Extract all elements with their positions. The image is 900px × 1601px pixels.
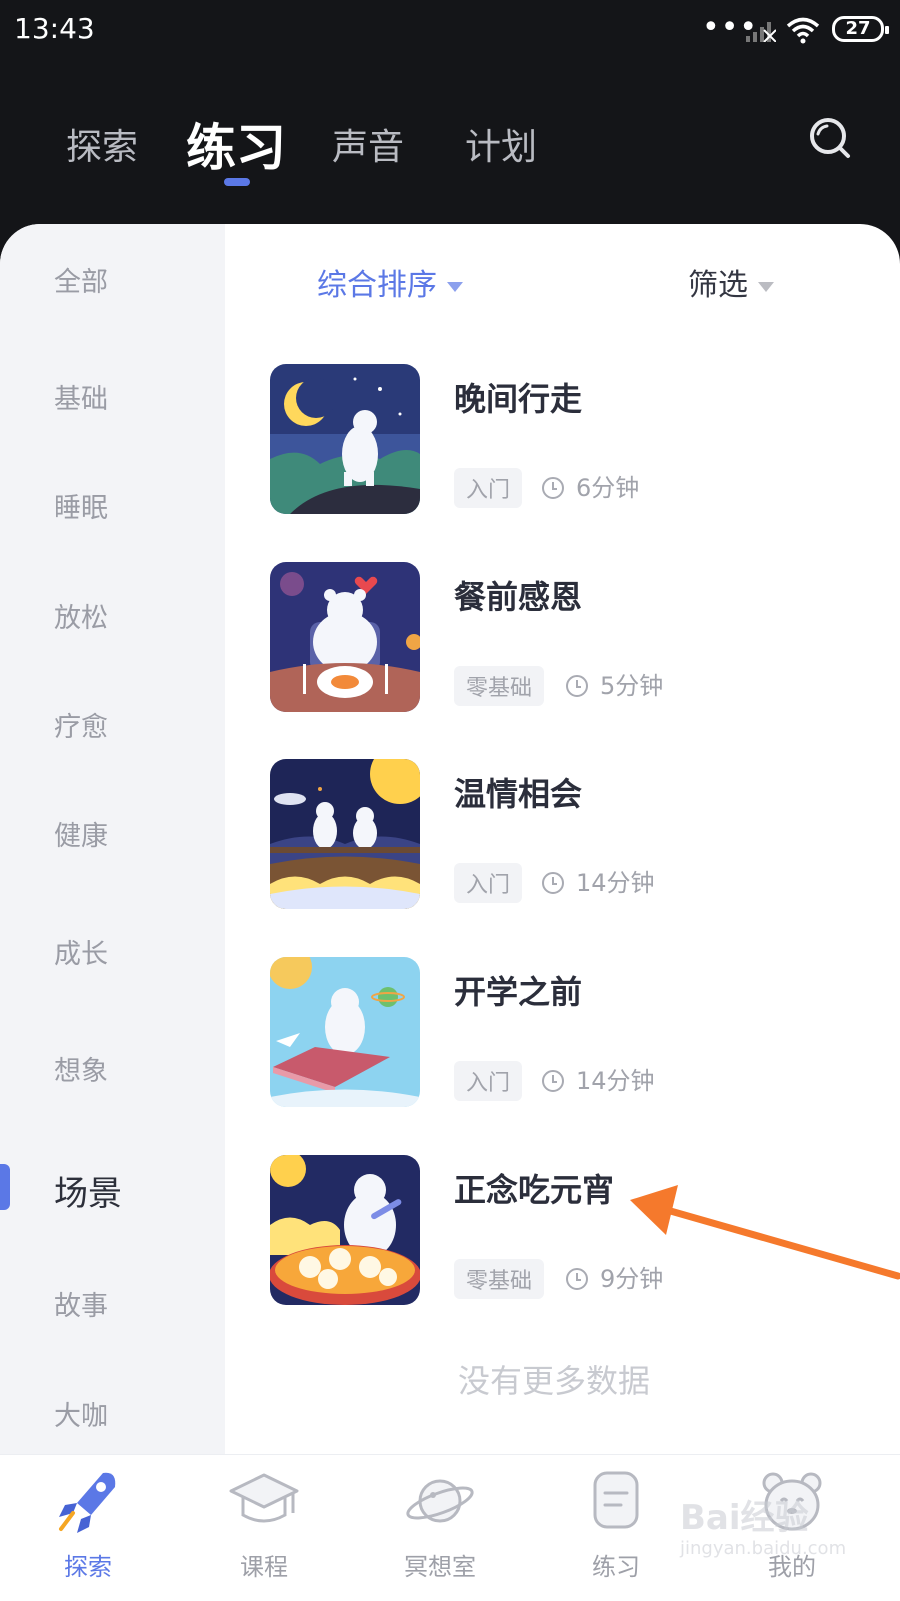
status-time: 13:43 — [14, 12, 95, 45]
clock-icon — [542, 477, 564, 499]
clock-icon — [566, 1268, 588, 1290]
sort-label: 综合排序 — [317, 268, 437, 303]
level-badge: 入门 — [454, 468, 523, 508]
duration: 14分钟 — [542, 863, 655, 898]
chevron-down-icon — [447, 281, 463, 292]
practice-title: 餐前感恩 — [454, 578, 583, 616]
list-item[interactable]: 餐前感恩 零基础 5分钟 — [270, 562, 870, 712]
sidebar-item-all[interactable]: 全部 — [54, 260, 108, 299]
list-item[interactable]: 温情相会 入门 14分钟 — [270, 759, 870, 909]
document-icon — [593, 1471, 639, 1529]
bottom-nav-label: 冥想室 — [404, 1553, 476, 1581]
watermark: Bai经验 jingyan.baidu.com — [680, 1490, 860, 1566]
sidebar-item-growth[interactable]: 成长 — [54, 932, 108, 971]
filter-label: 筛选 — [688, 268, 748, 303]
planet-icon — [406, 1479, 474, 1523]
list-item[interactable]: 开学之前 入门 14分钟 — [270, 957, 870, 1107]
sidebar-item-sleep[interactable]: 睡眠 — [54, 486, 108, 525]
filter-dropdown[interactable]: 筛选 — [688, 260, 774, 304]
list-item[interactable]: 晚间行走 入门 6分钟 — [270, 364, 870, 514]
list-end-text: 没有更多数据 — [458, 1362, 651, 1400]
active-tab-indicator — [224, 178, 250, 186]
graduation-cap-icon — [229, 1473, 299, 1523]
sidebar-item-scenes[interactable]: 场景 — [54, 1166, 122, 1215]
level-badge: 零基础 — [454, 1259, 545, 1299]
battery-level: 27 — [845, 18, 871, 39]
sidebar-item-basics[interactable]: 基础 — [54, 377, 108, 416]
sidebar-item-relax[interactable]: 放松 — [54, 596, 108, 635]
wifi-icon — [786, 17, 820, 44]
tab-sound[interactable]: 声音 — [332, 118, 404, 170]
practice-title: 开学之前 — [454, 973, 583, 1011]
level-badge: 零基础 — [454, 666, 545, 706]
clock-icon — [542, 1070, 564, 1092]
status-bar: 13:43 ••• 27 — [0, 0, 900, 64]
bottom-nav-label: 课程 — [240, 1553, 288, 1581]
practice-title: 温情相会 — [454, 775, 583, 813]
sidebar-item-imagine[interactable]: 想象 — [54, 1049, 108, 1088]
bottom-nav-explore[interactable]: 探索 — [28, 1469, 148, 1582]
duration: 14分钟 — [542, 1061, 655, 1096]
bottom-nav-practice[interactable]: 练习 — [556, 1469, 676, 1582]
practice-thumbnail-night-walk — [270, 364, 420, 514]
category-sidebar: 全部 基础 睡眠 放松 疗愈 健康 成长 想象 场景 故事 大咖 — [0, 224, 225, 1454]
duration-text: 6分钟 — [576, 474, 640, 502]
sidebar-item-healing[interactable]: 疗愈 — [54, 705, 108, 744]
level-badge: 入门 — [454, 1061, 523, 1101]
battery-icon: 27 — [832, 16, 889, 42]
duration: 6分钟 — [542, 468, 639, 503]
watermark-logo-text: Bai经验 — [680, 1498, 809, 1538]
clock-icon — [566, 675, 588, 697]
practice-title: 晚间行走 — [454, 380, 583, 418]
search-icon[interactable] — [808, 116, 852, 160]
annotation-arrow-icon — [630, 1185, 900, 1280]
clock-icon — [542, 872, 564, 894]
tab-explore[interactable]: 探索 — [66, 118, 138, 170]
duration-text: 5分钟 — [600, 672, 664, 700]
sidebar-item-experts[interactable]: 大咖 — [54, 1394, 108, 1433]
bottom-nav-courses[interactable]: 课程 — [204, 1469, 324, 1582]
practice-thumbnail-gratitude — [270, 562, 420, 712]
practice-thumbnail-lantern-dumplings — [270, 1155, 420, 1305]
sidebar-active-marker — [0, 1164, 10, 1210]
bottom-nav-label: 练习 — [592, 1553, 640, 1581]
sort-filter-bar: 综合排序 筛选 — [225, 224, 900, 334]
bottom-nav-label: 探索 — [64, 1553, 112, 1581]
sidebar-item-stories[interactable]: 故事 — [54, 1284, 108, 1323]
practice-thumbnail-before-school — [270, 957, 420, 1107]
tab-plan[interactable]: 计划 — [465, 118, 537, 170]
practice-thumbnail-warm-meeting — [270, 759, 420, 909]
watermark-url: jingyan.baidu.com — [680, 1538, 847, 1559]
rocket-icon — [59, 1472, 116, 1533]
level-badge: 入门 — [454, 863, 523, 903]
duration: 5分钟 — [566, 666, 663, 701]
tab-practice[interactable]: 练习 — [186, 108, 286, 180]
signal-icon — [746, 22, 776, 42]
top-tab-bar: 探索 练习 声音 计划 — [0, 100, 900, 210]
duration-text: 14分钟 — [576, 869, 655, 897]
sort-dropdown[interactable]: 综合排序 — [317, 260, 463, 304]
duration-text: 14分钟 — [576, 1067, 655, 1095]
chevron-down-icon — [758, 281, 774, 292]
sidebar-item-health[interactable]: 健康 — [54, 814, 108, 853]
practice-title: 正念吃元宵 — [454, 1171, 615, 1209]
bottom-nav-meditation-room[interactable]: 冥想室 — [380, 1469, 500, 1582]
